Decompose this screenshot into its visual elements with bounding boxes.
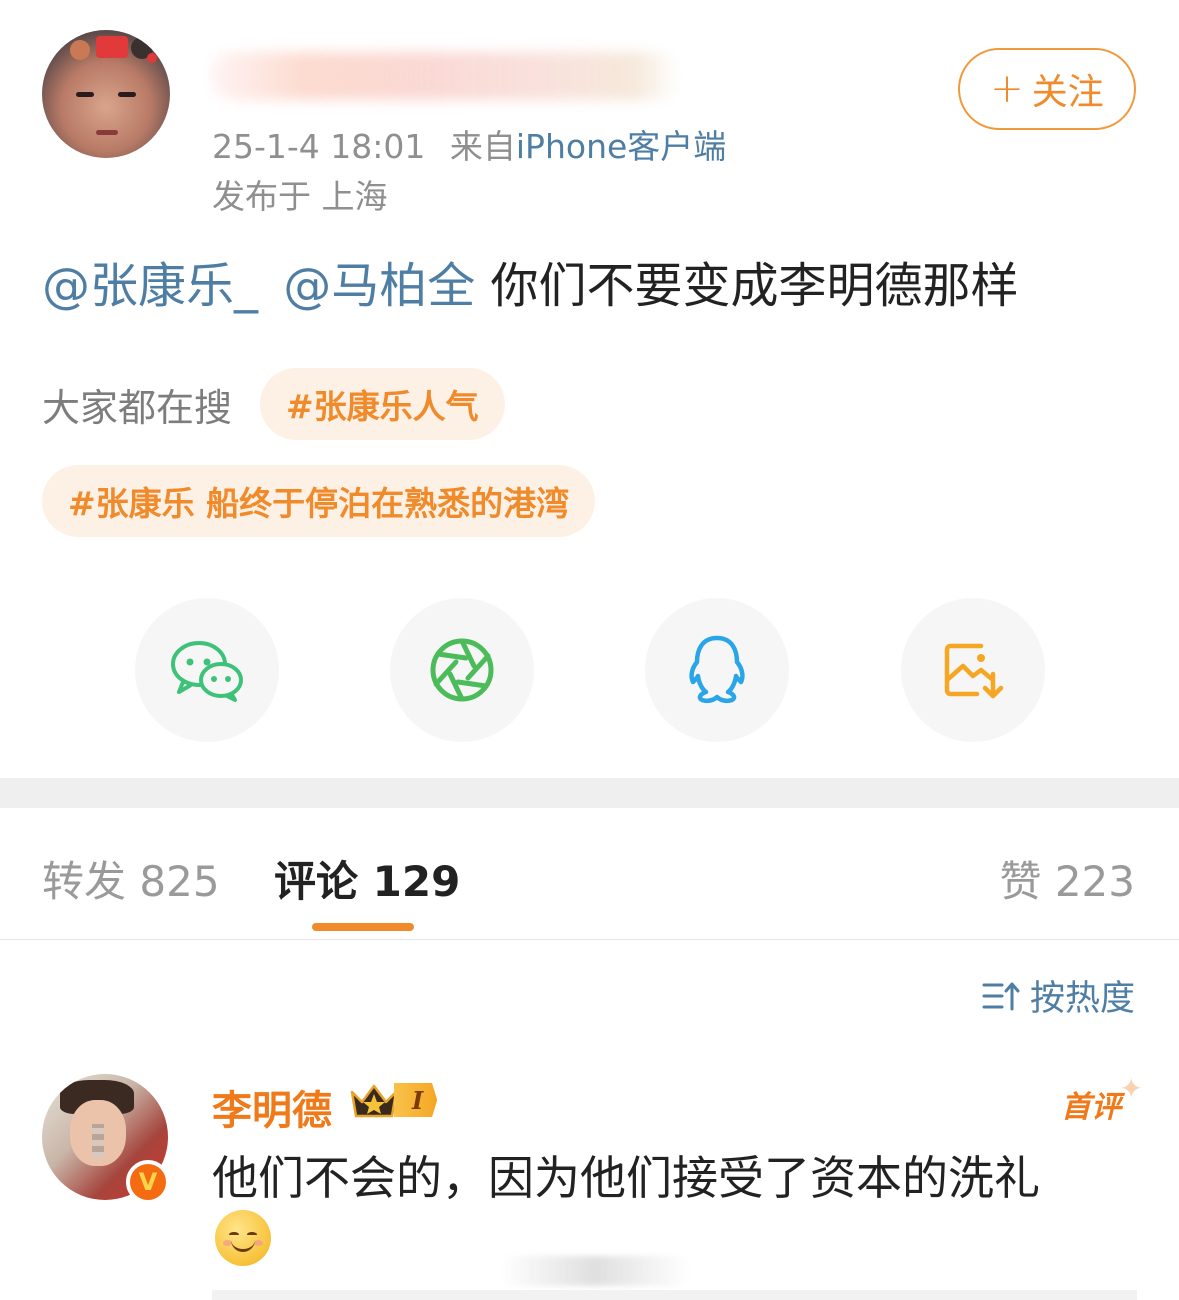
follow-button[interactable]: + 关注 xyxy=(958,48,1136,130)
plus-icon: + xyxy=(990,66,1024,112)
sparkle-icon: ✦ xyxy=(1119,1072,1143,1105)
emoji-eye xyxy=(229,1232,239,1237)
username-blurred[interactable] xyxy=(210,52,680,100)
post-time: 25-1-4 18:01 来自iPhone客户端 xyxy=(212,120,726,168)
save-image-button[interactable] xyxy=(901,598,1045,742)
avatar-mosaic xyxy=(92,1124,104,1158)
tab-comment[interactable]: 评论 129 xyxy=(274,848,460,909)
wechat-icon xyxy=(171,641,243,702)
commenter-badges[interactable]: I xyxy=(348,1080,438,1120)
emoji-mouth xyxy=(231,1240,255,1252)
verified-badge-icon: V xyxy=(126,1160,170,1204)
post-from-label: 来自 xyxy=(449,127,516,166)
tab-comment-count: 129 xyxy=(372,857,461,906)
share-row xyxy=(135,598,1045,742)
sort-button[interactable]: 按热度 xyxy=(982,970,1135,1021)
author-avatar[interactable] xyxy=(42,30,170,158)
tab-repost[interactable]: 转发 825 xyxy=(42,848,220,909)
qq-icon xyxy=(689,635,745,704)
tab-like-count: 223 xyxy=(1054,857,1135,906)
moments-icon xyxy=(430,638,494,702)
tab-repost-count: 825 xyxy=(139,857,220,906)
watermark-blur xyxy=(500,1256,690,1286)
post-timestamp: 25-1-4 18:01 xyxy=(212,127,426,166)
tab-repost-label: 转发 xyxy=(42,857,127,906)
tab-like[interactable]: 赞 223 xyxy=(999,848,1135,909)
follow-label: 关注 xyxy=(1031,72,1104,113)
tab-like-label: 赞 xyxy=(999,857,1042,906)
post-text: 你们不要变成李明德那样 xyxy=(475,258,1019,314)
post-body: @张康乐_ @马柏全 你们不要变成李明德那样 xyxy=(42,246,1019,316)
share-wechat-button[interactable] xyxy=(135,598,279,742)
mention-link[interactable]: @马柏全 xyxy=(283,258,475,314)
first-comment-label: 首评 xyxy=(1061,1090,1121,1125)
save-image-icon xyxy=(944,643,1004,699)
active-tab-indicator xyxy=(312,923,414,931)
emoji-eye xyxy=(247,1232,257,1237)
trending-label: 大家都在搜 xyxy=(42,385,233,430)
emoji-cheek xyxy=(254,1240,263,1246)
sort-icon xyxy=(982,982,1020,1010)
trending-tag[interactable]: #张康乐人气 xyxy=(260,368,505,440)
mention-link[interactable]: @张康乐_ xyxy=(42,258,258,314)
commenter-name[interactable]: 李明德 xyxy=(212,1078,332,1136)
comment-text: 他们不会的，因为他们接受了资本的洗礼 xyxy=(212,1151,1040,1205)
tabs-divider xyxy=(0,939,1179,940)
comment-footer-bar xyxy=(212,1290,1137,1300)
share-qq-button[interactable] xyxy=(645,598,789,742)
smile-emoji-icon xyxy=(215,1210,271,1266)
trending-tag[interactable]: #张康乐 船终于停泊在熟悉的港湾 xyxy=(42,465,596,537)
section-divider xyxy=(0,778,1179,808)
avatar-eye xyxy=(76,92,94,97)
tab-comment-label: 评论 xyxy=(274,857,359,906)
avatar-eye xyxy=(118,92,136,97)
share-moments-button[interactable] xyxy=(390,598,534,742)
avatar-decoration xyxy=(70,36,157,63)
level-badge: I xyxy=(394,1083,438,1117)
post-location: 发布于 上海 xyxy=(212,177,388,216)
first-comment-badge: 首评 ✦ xyxy=(1061,1072,1143,1126)
post-source[interactable]: iPhone客户端 xyxy=(516,127,726,166)
sort-label: 按热度 xyxy=(1029,979,1135,1019)
trending-search-row: 大家都在搜 #张康乐人气 xyxy=(42,368,505,440)
avatar-mouth xyxy=(96,130,118,135)
crown-icon xyxy=(350,1084,398,1118)
